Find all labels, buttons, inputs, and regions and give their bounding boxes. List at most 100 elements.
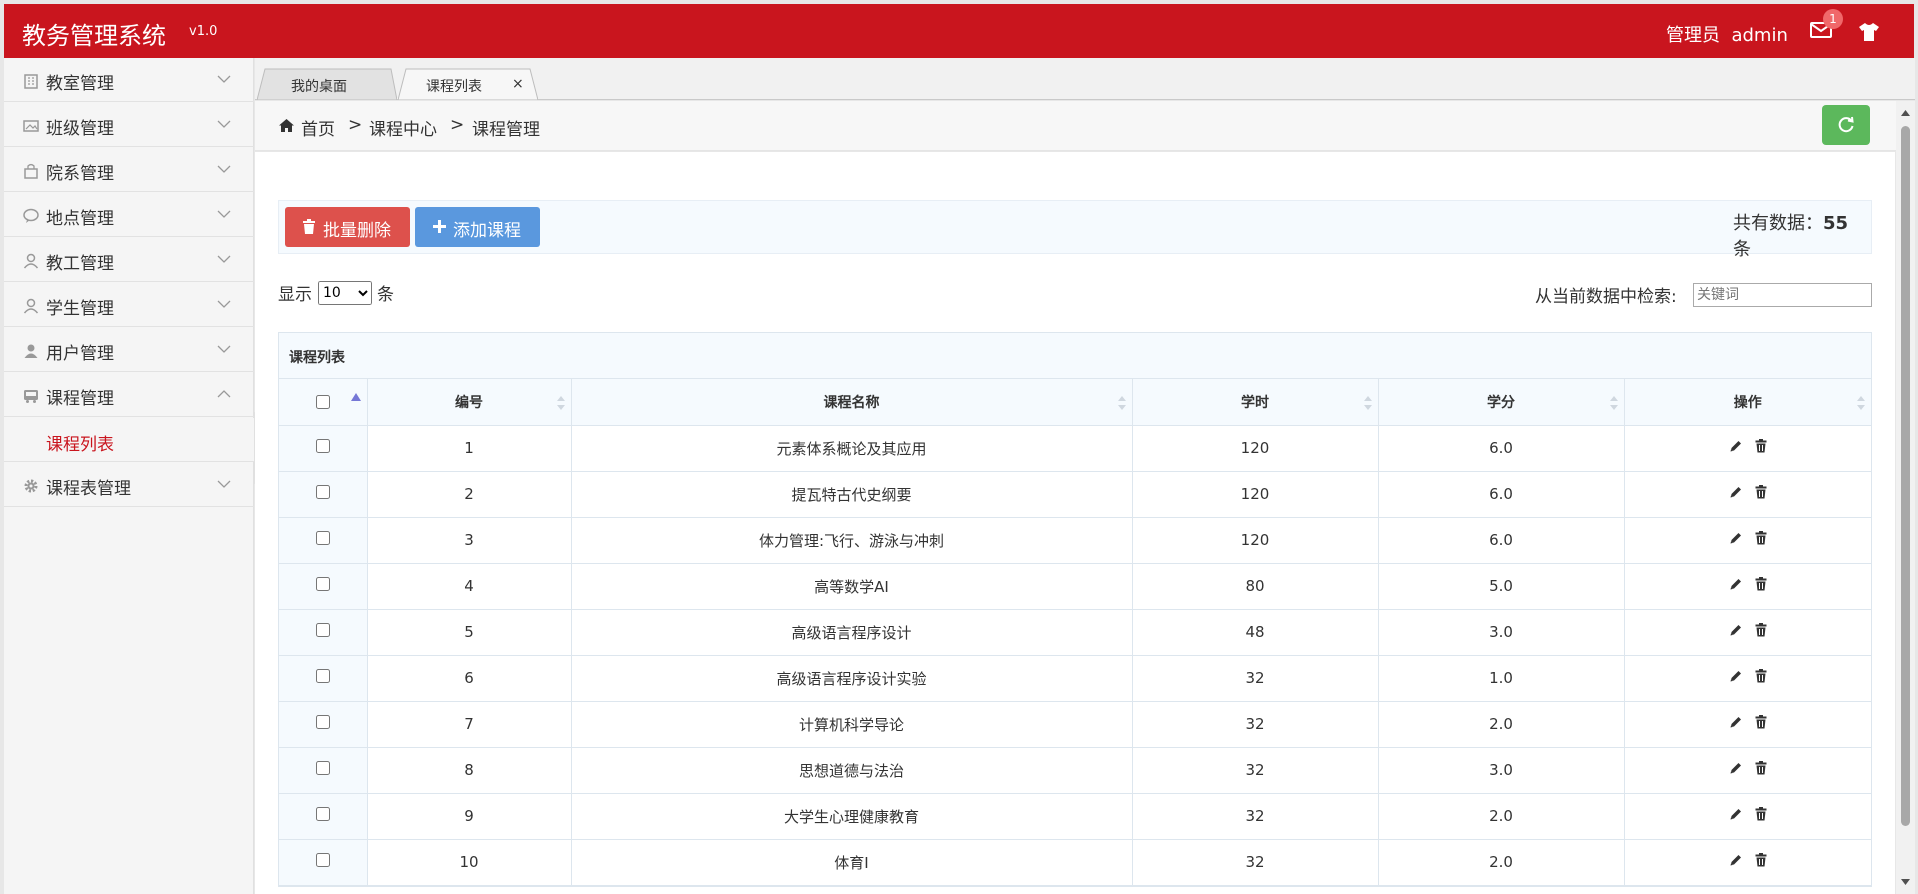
edit-icon[interactable]: [1729, 485, 1743, 499]
sidebar-item-location[interactable]: 地点管理: [4, 193, 254, 237]
delete-icon[interactable]: [1755, 531, 1767, 545]
column-label: 学时: [1241, 394, 1269, 411]
sidebar-item-classroom[interactable]: 教室管理: [4, 58, 254, 102]
table-row: 8 思想道德与法治 32 3.0: [279, 747, 1871, 794]
delete-icon[interactable]: [1755, 853, 1767, 867]
cell-hours: 120: [1132, 517, 1379, 564]
image-icon: [23, 120, 39, 132]
chevron-down-icon: [217, 210, 231, 218]
cell-actions: [1624, 701, 1871, 748]
cell-name: 高级语言程序设计实验: [571, 655, 1133, 702]
chat-icon: [23, 208, 39, 223]
edit-icon[interactable]: [1729, 853, 1743, 867]
row-checkbox[interactable]: [315, 853, 330, 867]
sidebar-item-class[interactable]: 班级管理: [4, 103, 254, 147]
column-header-credits[interactable]: 学分: [1378, 379, 1625, 426]
edit-icon[interactable]: [1729, 669, 1743, 683]
cell-id: 8: [367, 747, 572, 794]
row-checkbox[interactable]: [315, 761, 330, 775]
app-version: v1.0: [189, 24, 218, 39]
row-select-cell: [279, 747, 368, 794]
row-checkbox[interactable]: [315, 485, 330, 499]
edit-icon[interactable]: [1729, 623, 1743, 637]
row-select-cell: [279, 471, 368, 518]
select-all-checkbox[interactable]: [316, 395, 330, 409]
batch-delete-button[interactable]: 批量删除: [285, 207, 410, 247]
column-header-hours[interactable]: 学时: [1132, 379, 1379, 426]
edit-icon[interactable]: [1729, 577, 1743, 591]
row-select-cell: [279, 839, 368, 886]
cell-credits: 6.0: [1378, 471, 1625, 518]
row-checkbox[interactable]: [315, 531, 330, 545]
cell-name: 体力管理:飞行、游泳与冲刺: [571, 517, 1133, 564]
delete-icon[interactable]: [1755, 669, 1767, 683]
cell-id: 9: [367, 793, 572, 840]
sidebar-item-user[interactable]: 用户管理: [4, 328, 254, 372]
cell-name: 提瓦特古代史纲要: [571, 471, 1133, 518]
cell-credits: 2.0: [1378, 701, 1625, 748]
scrollbar-thumb[interactable]: [1901, 126, 1910, 826]
page-size-suffix: 条: [377, 285, 394, 305]
row-checkbox[interactable]: [315, 623, 330, 637]
sidebar-subitem-course-list[interactable]: 课程列表: [4, 418, 254, 462]
refresh-icon: [1838, 116, 1854, 133]
tab-desktop[interactable]: 我的桌面: [257, 68, 397, 100]
column-header-id[interactable]: 编号: [367, 379, 572, 426]
chevron-down-icon: [217, 255, 231, 263]
breadcrumb-home[interactable]: 首页: [301, 115, 335, 140]
tshirt-icon[interactable]: [1858, 22, 1880, 42]
edit-icon[interactable]: [1729, 439, 1743, 453]
sidebar: 教室管理 班级管理 院系管理 地点管理 教工管理 学生管理 用户管理 课程管理 …: [4, 58, 254, 894]
chevron-down-icon: [217, 120, 231, 128]
delete-icon[interactable]: [1755, 807, 1767, 821]
top-header: 教务管理系统 v1.0 管理员 admin 1: [4, 4, 1914, 58]
user-info[interactable]: 管理员 admin: [1666, 21, 1788, 47]
edit-icon[interactable]: [1729, 761, 1743, 775]
total-count-text: 共有数据：55 条: [1733, 209, 1871, 261]
column-header-actions[interactable]: 操作: [1624, 379, 1871, 426]
row-checkbox[interactable]: [315, 577, 330, 591]
sidebar-item-student[interactable]: 学生管理: [4, 283, 254, 327]
search-input[interactable]: [1693, 283, 1872, 307]
delete-icon[interactable]: [1755, 577, 1767, 591]
tab-course-list[interactable]: 课程列表 ×: [398, 68, 538, 100]
sort-icon: [1857, 396, 1865, 410]
table-caption-text: 课程列表: [289, 350, 345, 366]
edit-icon[interactable]: [1729, 531, 1743, 545]
delete-icon[interactable]: [1755, 715, 1767, 729]
row-checkbox[interactable]: [315, 669, 330, 683]
tab-label: 课程列表: [426, 79, 482, 95]
app-title: 教务管理系统: [22, 22, 166, 50]
page-size-select[interactable]: 10: [318, 281, 372, 305]
close-icon[interactable]: ×: [512, 76, 524, 92]
delete-icon[interactable]: [1755, 485, 1767, 499]
row-checkbox[interactable]: [315, 807, 330, 821]
sidebar-item-department[interactable]: 院系管理: [4, 148, 254, 192]
row-select-cell: [279, 793, 368, 840]
table-row: 1 元素体系概论及其应用 120 6.0: [279, 425, 1871, 472]
main-content: 批量删除 添加课程 共有数据：55 条 显示 10 条 从当前数据中检索: 课程…: [255, 152, 1895, 894]
sort-asc-icon[interactable]: [351, 393, 361, 401]
edit-icon[interactable]: [1729, 807, 1743, 821]
cell-name: 计算机科学导论: [571, 701, 1133, 748]
cell-credits: 1.0: [1378, 655, 1625, 702]
breadcrumb-level1[interactable]: 课程中心: [369, 115, 437, 140]
sidebar-item-staff[interactable]: 教工管理: [4, 238, 254, 282]
sidebar-item-course[interactable]: 课程管理: [4, 373, 254, 417]
column-header-name[interactable]: 课程名称: [571, 379, 1133, 426]
row-checkbox[interactable]: [315, 439, 330, 453]
sidebar-item-timetable[interactable]: 课程表管理: [4, 463, 254, 507]
add-course-button[interactable]: 添加课程: [415, 207, 540, 247]
delete-icon[interactable]: [1755, 623, 1767, 637]
scroll-up-arrow-icon[interactable]: [1901, 110, 1910, 116]
breadcrumb-level2: 课程管理: [472, 120, 540, 140]
delete-icon[interactable]: [1755, 439, 1767, 453]
cell-actions: [1624, 563, 1871, 610]
gear-icon: [24, 479, 38, 493]
scroll-down-arrow-icon[interactable]: [1901, 879, 1910, 885]
delete-icon[interactable]: [1755, 761, 1767, 775]
edit-icon[interactable]: [1729, 715, 1743, 729]
refresh-button[interactable]: [1822, 105, 1870, 145]
cell-actions: [1624, 425, 1871, 472]
row-checkbox[interactable]: [315, 715, 330, 729]
